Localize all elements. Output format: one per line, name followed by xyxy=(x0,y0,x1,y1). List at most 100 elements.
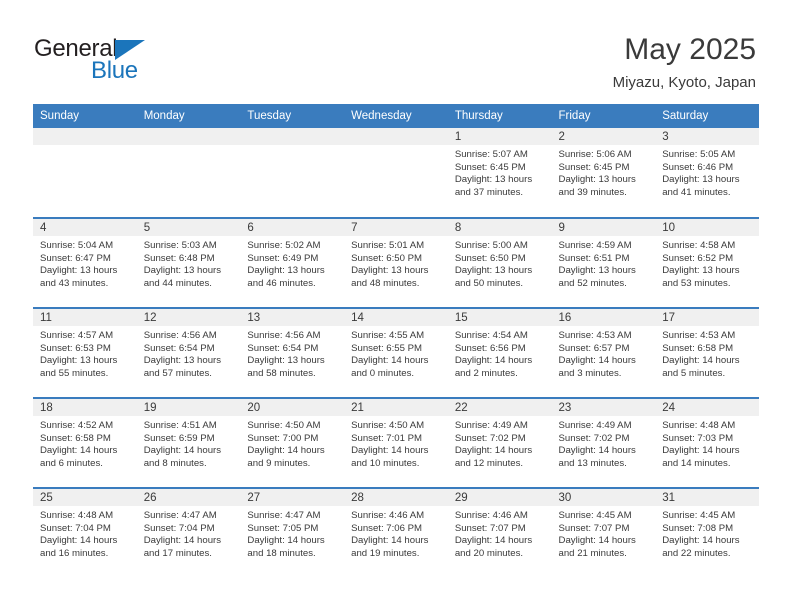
daylight-text: Daylight: 14 hours and 18 minutes. xyxy=(247,535,325,559)
calendar-day-cell[interactable]: 28 Sunrise: 4:46 AM Sunset: 7:06 PM Dayligh… xyxy=(344,487,448,578)
sunset-text: Sunset: 7:03 PM xyxy=(662,432,734,444)
sunset-text: Sunset: 7:06 PM xyxy=(351,522,423,534)
generalblue-logo[interactable]: General Blue xyxy=(34,36,164,84)
day-details: Sunrise: 4:45 AM Sunset: 7:07 PM Daylight:… xyxy=(552,506,656,560)
day-number: 2 xyxy=(551,128,656,145)
calendar-day-cell[interactable]: 18 Sunrise: 4:52 AM Sunset: 6:58 PM Dayligh… xyxy=(33,397,137,488)
day-number: 9 xyxy=(551,219,656,236)
calendar-body: 1 Sunrise: 5:07 AM Sunset: 6:45 PM Daylight… xyxy=(33,128,759,578)
calendar-day-cell[interactable]: 4 Sunrise: 5:04 AM Sunset: 6:47 PM Daylight… xyxy=(33,217,137,308)
day-number: 28 xyxy=(344,489,448,506)
calendar-day-cell[interactable]: 6 Sunrise: 5:02 AM Sunset: 6:49 PM Daylight… xyxy=(240,217,345,308)
sunset-text: Sunset: 7:07 PM xyxy=(558,522,630,534)
calendar-day-cell[interactable]: 15 Sunrise: 4:54 AM Sunset: 6:56 PM Dayligh… xyxy=(447,307,552,398)
day-number: 23 xyxy=(551,399,656,416)
sunrise-text: Sunrise: 4:53 AM xyxy=(558,330,632,341)
calendar-day-cell[interactable]: 23 Sunrise: 4:49 AM Sunset: 7:02 PM Dayligh… xyxy=(551,397,656,488)
daylight-text: Daylight: 14 hours and 17 minutes. xyxy=(143,535,222,559)
day-number: 17 xyxy=(655,309,759,326)
calendar-day-cell[interactable]: 27 Sunrise: 4:47 AM Sunset: 7:05 PM Dayligh… xyxy=(240,487,345,578)
day-details: Sunrise: 4:58 AM Sunset: 6:52 PM Daylight:… xyxy=(655,236,759,290)
day-details: Sunrise: 4:53 AM Sunset: 6:57 PM Daylight:… xyxy=(552,326,656,380)
calendar-day-cell[interactable]: 2 Sunrise: 5:06 AM Sunset: 6:45 PM Daylight… xyxy=(551,128,656,218)
sunrise-text: Sunrise: 4:48 AM xyxy=(40,510,114,521)
sunrise-text: Sunrise: 5:02 AM xyxy=(247,240,321,251)
calendar-day-cell[interactable]: 19 Sunrise: 4:51 AM Sunset: 6:59 PM Dayligh… xyxy=(136,397,241,488)
sunrise-text: Sunrise: 4:45 AM xyxy=(662,510,736,521)
calendar-day-cell[interactable]: 16 Sunrise: 4:53 AM Sunset: 6:57 PM Dayligh… xyxy=(551,307,656,398)
calendar-day-cell[interactable]: 10 Sunrise: 4:58 AM Sunset: 6:52 PM Dayligh… xyxy=(655,217,759,308)
day-details: Sunrise: 4:50 AM Sunset: 7:01 PM Daylight:… xyxy=(344,416,448,470)
calendar-day-cell[interactable]: 21 Sunrise: 4:50 AM Sunset: 7:01 PM Dayligh… xyxy=(344,397,448,488)
calendar-day-cell[interactable]: 8 Sunrise: 5:00 AM Sunset: 6:50 PM Daylight… xyxy=(447,217,552,308)
calendar-day-cell[interactable]: 12 Sunrise: 4:56 AM Sunset: 6:54 PM Dayligh… xyxy=(136,307,241,398)
weekday-header-saturday: Saturday xyxy=(655,104,759,128)
calendar-day-cell[interactable]: 3 Sunrise: 5:05 AM Sunset: 6:46 PM Daylight… xyxy=(655,128,759,218)
sunset-text: Sunset: 6:57 PM xyxy=(558,342,630,354)
day-number: 10 xyxy=(655,219,759,236)
sunset-text: Sunset: 6:48 PM xyxy=(143,252,215,264)
weekday-header-thursday: Thursday xyxy=(447,104,552,128)
day-number: 19 xyxy=(136,399,241,416)
title-block: May 2025 Miyazu, Kyoto, Japan xyxy=(613,32,756,94)
triangle-icon xyxy=(115,40,146,60)
day-number: 13 xyxy=(240,309,345,326)
day-details: Sunrise: 5:01 AM Sunset: 6:50 PM Daylight:… xyxy=(344,236,448,290)
sunrise-text: Sunrise: 4:46 AM xyxy=(351,510,425,521)
sunrise-text: Sunrise: 4:46 AM xyxy=(454,510,528,521)
calendar-day-cell[interactable]: 26 Sunrise: 4:47 AM Sunset: 7:04 PM Dayligh… xyxy=(136,487,241,578)
day-details: Sunrise: 4:49 AM Sunset: 7:02 PM Daylight:… xyxy=(552,416,656,470)
daylight-text: Daylight: 13 hours and 58 minutes. xyxy=(247,355,325,379)
sunrise-text: Sunrise: 4:57 AM xyxy=(40,330,114,341)
weekday-header-monday: Monday xyxy=(136,104,241,128)
calendar-day-cell[interactable]: 22 Sunrise: 4:49 AM Sunset: 7:02 PM Dayligh… xyxy=(447,397,552,488)
calendar-day-cell[interactable]: 29 Sunrise: 4:46 AM Sunset: 7:07 PM Dayligh… xyxy=(447,487,552,578)
day-number: 29 xyxy=(447,489,552,506)
calendar-table: Sunday Monday Tuesday Wednesday Thursday… xyxy=(33,104,759,578)
sunrise-text: Sunrise: 4:49 AM xyxy=(454,420,528,431)
calendar-day-cell[interactable]: 14 Sunrise: 4:55 AM Sunset: 6:55 PM Dayligh… xyxy=(344,307,448,398)
calendar-day-cell[interactable]: 5 Sunrise: 5:03 AM Sunset: 6:48 PM Daylight… xyxy=(136,217,241,308)
sunset-text: Sunset: 6:50 PM xyxy=(454,252,526,264)
day-number: 24 xyxy=(655,399,759,416)
day-number xyxy=(344,128,448,145)
calendar-day-cell-empty xyxy=(33,128,137,218)
calendar-day-cell[interactable]: 9 Sunrise: 4:59 AM Sunset: 6:51 PM Daylight… xyxy=(551,217,656,308)
daylight-text: Daylight: 14 hours and 21 minutes. xyxy=(558,535,636,559)
sunrise-text: Sunrise: 5:07 AM xyxy=(454,149,528,160)
calendar-day-cell[interactable]: 20 Sunrise: 4:50 AM Sunset: 7:00 PM Dayligh… xyxy=(240,397,345,488)
calendar-day-cell[interactable]: 25 Sunrise: 4:48 AM Sunset: 7:04 PM Dayligh… xyxy=(33,487,137,578)
sunset-text: Sunset: 6:52 PM xyxy=(662,252,734,264)
calendar-day-cell[interactable]: 7 Sunrise: 5:01 AM Sunset: 6:50 PM Daylight… xyxy=(344,217,448,308)
calendar-day-cell[interactable]: 1 Sunrise: 5:07 AM Sunset: 6:45 PM Daylight… xyxy=(447,128,552,218)
day-number: 16 xyxy=(551,309,656,326)
sunset-text: Sunset: 6:46 PM xyxy=(662,161,734,173)
daylight-text: Daylight: 14 hours and 22 minutes. xyxy=(662,535,740,559)
day-details: Sunrise: 4:47 AM Sunset: 7:05 PM Daylight:… xyxy=(240,506,344,560)
day-details: Sunrise: 5:00 AM Sunset: 6:50 PM Daylight:… xyxy=(448,236,552,290)
day-details: Sunrise: 5:02 AM Sunset: 6:49 PM Daylight:… xyxy=(240,236,344,290)
sunset-text: Sunset: 6:54 PM xyxy=(143,342,215,354)
calendar-week-row: 18 Sunrise: 4:52 AM Sunset: 6:58 PM Dayligh… xyxy=(33,397,759,488)
day-number: 21 xyxy=(344,399,448,416)
logo-text-general: General xyxy=(34,36,164,62)
calendar-day-cell[interactable]: 11 Sunrise: 4:57 AM Sunset: 6:53 PM Dayligh… xyxy=(33,307,137,398)
calendar-day-cell[interactable]: 13 Sunrise: 4:56 AM Sunset: 6:54 PM Dayligh… xyxy=(240,307,345,398)
day-details: Sunrise: 4:55 AM Sunset: 6:55 PM Daylight:… xyxy=(344,326,448,380)
calendar-day-cell[interactable]: 24 Sunrise: 4:48 AM Sunset: 7:03 PM Dayligh… xyxy=(655,397,759,488)
day-number: 8 xyxy=(447,219,552,236)
day-number xyxy=(240,128,345,145)
sunrise-text: Sunrise: 5:04 AM xyxy=(40,240,114,251)
calendar-day-cell[interactable]: 17 Sunrise: 4:53 AM Sunset: 6:58 PM Dayligh… xyxy=(655,307,759,398)
calendar-day-cell[interactable]: 31 Sunrise: 4:45 AM Sunset: 7:08 PM Dayligh… xyxy=(655,487,759,578)
sunrise-text: Sunrise: 4:47 AM xyxy=(247,510,321,521)
sunset-text: Sunset: 6:45 PM xyxy=(454,161,526,173)
sunrise-text: Sunrise: 4:58 AM xyxy=(662,240,736,251)
sunrise-text: Sunrise: 4:50 AM xyxy=(247,420,321,431)
sunrise-text: Sunrise: 4:47 AM xyxy=(143,510,217,521)
day-details: Sunrise: 5:05 AM Sunset: 6:46 PM Daylight:… xyxy=(655,145,759,199)
calendar-day-cell[interactable]: 30 Sunrise: 4:45 AM Sunset: 7:07 PM Dayligh… xyxy=(551,487,656,578)
sunrise-text: Sunrise: 4:55 AM xyxy=(351,330,425,341)
day-details: Sunrise: 4:51 AM Sunset: 6:59 PM Daylight:… xyxy=(137,416,241,470)
daylight-text: Daylight: 13 hours and 55 minutes. xyxy=(40,355,118,379)
